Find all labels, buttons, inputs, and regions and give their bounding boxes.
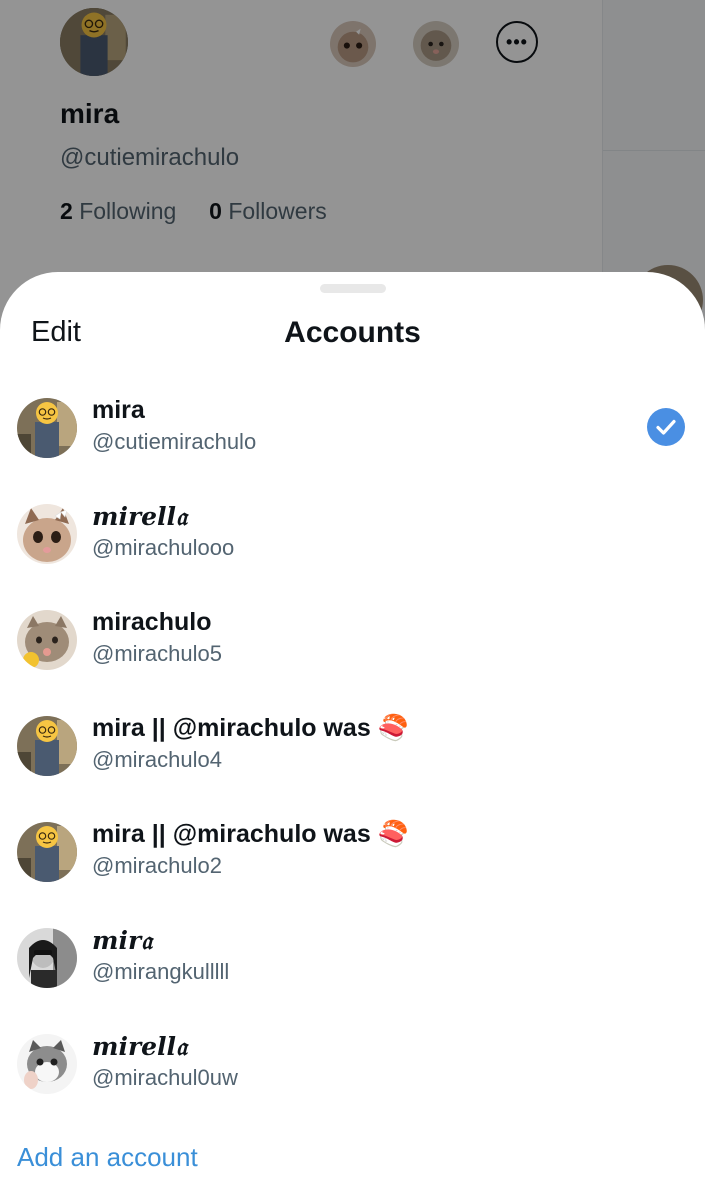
account-row[interactable]: mira || @mirachulo was 🍣 @mirachulo4 (0, 702, 705, 808)
account-handle: @cutiemirachulo (92, 429, 257, 454)
account-name: mir𝔞 (92, 926, 152, 955)
account-handle: @mirachul0uw (92, 1065, 238, 1090)
account-name: mira (92, 396, 145, 424)
account-handle: @mirachulo5 (92, 641, 222, 666)
accounts-sheet: Edit Accounts mira @cutiemirachulo mirel… (0, 272, 705, 1200)
sheet-title: Accounts (284, 316, 421, 349)
account-handle: @mirangkulllll (92, 959, 230, 984)
account-row[interactable]: mirell𝔞 @mirachul0uw (0, 1020, 705, 1126)
avatar (17, 504, 77, 564)
account-name: mira || @mirachulo was 🍣 (92, 820, 409, 848)
account-handle: @mirachulo4 (92, 747, 222, 772)
account-handle: @mirachulooo (92, 535, 235, 560)
account-row[interactable]: mira || @mirachulo was 🍣 @mirachulo2 (0, 808, 705, 914)
account-handle: @mirachulo2 (92, 853, 222, 878)
add-account-link[interactable]: Add an account (17, 1142, 198, 1173)
account-list: mira @cutiemirachulo mirell𝔞 @mirachuloo… (0, 384, 705, 1126)
avatar (17, 610, 77, 670)
screen: ••• mira @cutiemirachulo 2 Following 0 F… (0, 0, 705, 1200)
avatar (17, 928, 77, 988)
account-name: mira || @mirachulo was 🍣 (92, 714, 409, 742)
avatar (17, 822, 77, 882)
account-name: mirachulo (92, 608, 212, 636)
avatar (17, 716, 77, 776)
account-row[interactable]: mirell𝔞 @mirachulooo (0, 490, 705, 596)
sheet-grabber[interactable] (320, 284, 386, 293)
avatar (17, 1034, 77, 1094)
account-row[interactable]: mir𝔞 @mirangkulllll (0, 914, 705, 1020)
account-row[interactable]: mirachulo @mirachulo5 (0, 596, 705, 702)
selected-check-icon (647, 408, 685, 446)
avatar (17, 398, 77, 458)
account-row[interactable]: mira @cutiemirachulo (0, 384, 705, 490)
account-name: mirell𝔞 (92, 502, 187, 531)
account-name: mirell𝔞 (92, 1032, 187, 1061)
